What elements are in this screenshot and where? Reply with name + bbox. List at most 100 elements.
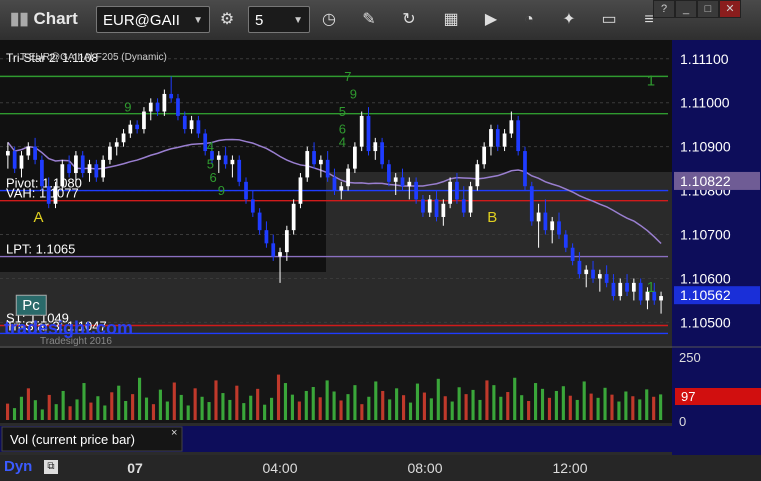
refresh-icon[interactable]: ↻ [398,9,420,31]
overlay-label: T-EUR@GAII-Al-F205 (Dynamic) [20,52,167,63]
candle-body [502,133,507,147]
volume-bar [283,383,288,420]
watermark: tradesight.com [4,318,133,338]
play-icon[interactable]: ▶ [480,9,502,31]
candle-body [475,164,480,187]
candle-body [257,212,262,231]
volume-bar [402,395,406,420]
candle-body [53,186,58,204]
message-icon[interactable]: ▭ [598,9,620,31]
candle-body [509,120,514,134]
candle-body [489,129,493,147]
candle-body [176,98,180,116]
volume-bar [443,396,447,420]
volume-bar [395,388,399,420]
volume-bar [297,401,301,420]
candle-body [434,199,439,217]
candle-body [448,181,453,204]
volume-bar [332,391,336,420]
candle-body [40,159,44,187]
candle-body [482,146,487,165]
candle-body [101,159,105,178]
volume-bar [471,389,475,420]
close-icon[interactable]: ✕ [719,0,741,18]
close-legend-icon[interactable]: × [171,427,177,439]
candle-body [591,269,595,279]
candle-body [148,102,153,112]
volume-bar [68,406,72,420]
volume-bar [200,396,204,420]
link-icon[interactable]: ✦ [558,9,580,31]
minimize-icon[interactable]: _ [675,0,697,18]
candle-body [325,159,330,178]
chart-type-icon[interactable]: ◔ [518,9,540,31]
price-chart[interactable]: Pivot: 1.1080VAH: 1.1077LPT: 1.1065S1: 1… [0,40,761,455]
volume-bar [318,397,322,420]
volume-bar [645,389,649,420]
volume-bar [520,395,524,420]
chart-title-icon: ▮▮ [10,9,34,28]
y-tick-label: 1.10500 [680,314,731,330]
candle-body [318,159,323,165]
candle-body [67,164,71,174]
volume-bar [256,388,260,420]
volume-bar [624,391,628,420]
volume-bar [144,397,149,420]
volume-bar [158,389,162,420]
candle-body [577,260,582,275]
volume-bar [485,380,489,420]
candle-body [441,203,446,217]
candle-body [12,151,17,169]
candle-body [495,129,500,147]
volume-bar [499,396,503,420]
trade-icon[interactable]: ▦ [440,9,462,31]
volume-bar [12,408,17,420]
candle-body [196,120,201,134]
candle-body [87,164,92,174]
volume-bar [131,394,135,420]
candle-body [353,146,357,169]
pencil-icon[interactable]: ✎ [358,9,380,31]
volume-bar [492,385,496,420]
candle-body [427,199,432,213]
volume-bar [408,402,413,420]
volume-bar [96,396,100,420]
annotation-label: 1 [647,279,655,296]
candle-body [387,164,391,182]
settings-icon[interactable]: ⚙ [216,9,238,31]
y-tick-label: 1.10700 [680,227,731,243]
candle-body [264,230,269,244]
candle-body [94,164,99,178]
candle-body [638,282,643,301]
volume-bar [82,383,86,420]
candle-body [182,115,187,130]
candle-body [108,146,112,160]
volume-bar [75,399,79,420]
clock-icon[interactable]: ◷ [318,9,340,31]
candle-body [189,120,194,130]
volume-bar [235,385,239,420]
candle-body [584,269,589,275]
volume-bar [89,402,93,420]
volume-bar [422,392,426,420]
volume-bar [151,404,156,420]
time-axis-bar: Dyn ⧉ 07 04:00 08:00 12:00 [0,455,761,481]
volume-bar [561,386,565,420]
candle-body [298,177,303,204]
candle-body [339,186,344,191]
volume-bar [450,401,454,420]
candle-body [597,274,602,279]
x-tick-label: 08:00 [407,460,442,476]
candle-body [570,247,575,261]
candle-body [230,159,235,165]
maximize-icon[interactable]: □ [697,0,719,18]
volume-bar [54,404,58,420]
interval-selector[interactable]: 5 ▼ [248,6,310,33]
volume-tick-250: 250 [679,350,701,365]
symbol-selector[interactable]: EUR@GAII ▼ [96,6,210,33]
candle-body [373,142,378,152]
candle-body [421,199,425,213]
x-tick-label: 12:00 [552,460,587,476]
candle-body [332,177,337,191]
help-icon[interactable]: ? [653,0,675,18]
